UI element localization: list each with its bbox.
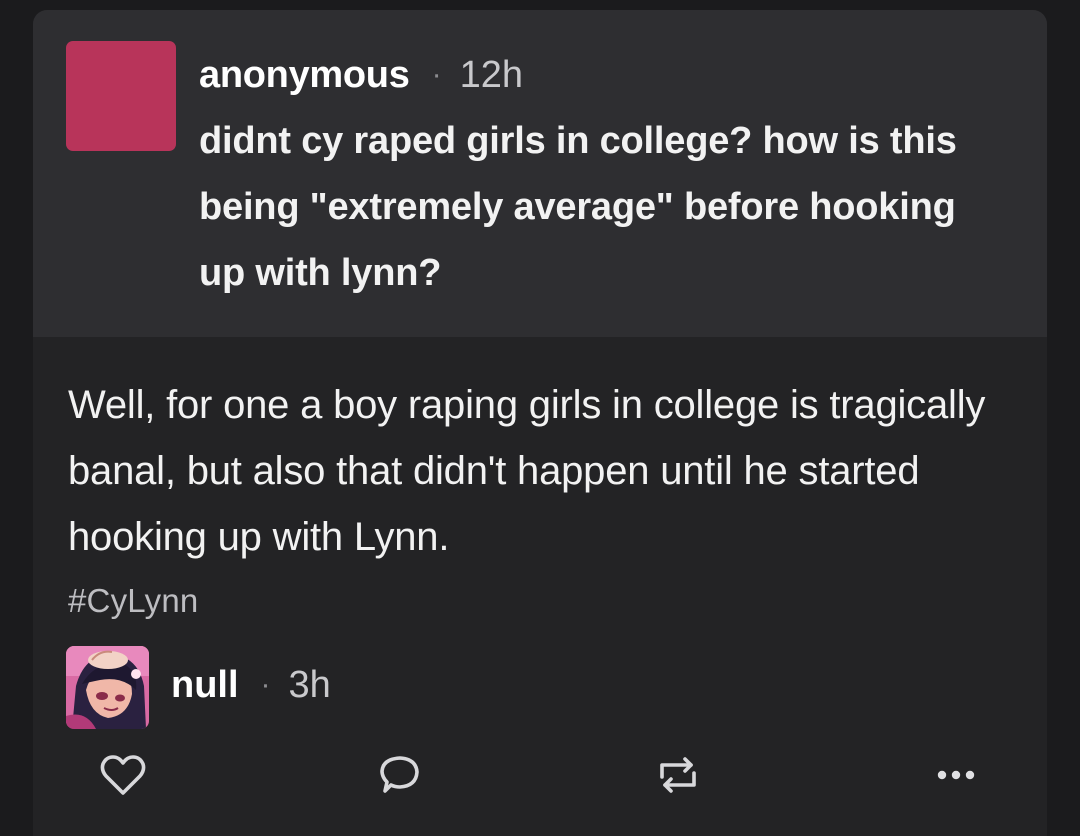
more-button[interactable] [926, 745, 986, 805]
ask-panel: anonymous · 12h didnt cy raped girls in … [33, 10, 1047, 337]
post-card: anonymous · 12h didnt cy raped girls in … [33, 10, 1047, 836]
post-tag[interactable]: #CyLynn [68, 582, 198, 620]
like-button[interactable] [93, 745, 153, 805]
artwork-avatar-icon [66, 646, 149, 729]
reply-button[interactable] [369, 745, 429, 805]
separator-dot: · [431, 58, 442, 91]
reblog-header: null · 3h [171, 662, 331, 708]
answer-text: Well, for one a boy raping girls in coll… [68, 383, 986, 559]
reblog-icon [660, 757, 696, 793]
separator-dot: · [260, 668, 271, 701]
action-bar [33, 745, 1047, 805]
more-icon [937, 770, 975, 780]
heart-icon [100, 755, 146, 795]
comment-icon [380, 756, 419, 793]
anonymous-avatar[interactable] [66, 41, 176, 151]
reblog-avatar[interactable] [66, 646, 149, 729]
ask-timestamp[interactable]: 12h [460, 54, 523, 97]
question-text: didnt cy raped girls in college? how is … [199, 120, 957, 294]
ask-header: anonymous · 12h [199, 52, 523, 98]
reblog-timestamp[interactable]: 3h [289, 664, 331, 707]
asker-name[interactable]: anonymous [199, 54, 410, 97]
reblog-button[interactable] [648, 745, 708, 805]
reblogger-name[interactable]: null [171, 664, 239, 707]
